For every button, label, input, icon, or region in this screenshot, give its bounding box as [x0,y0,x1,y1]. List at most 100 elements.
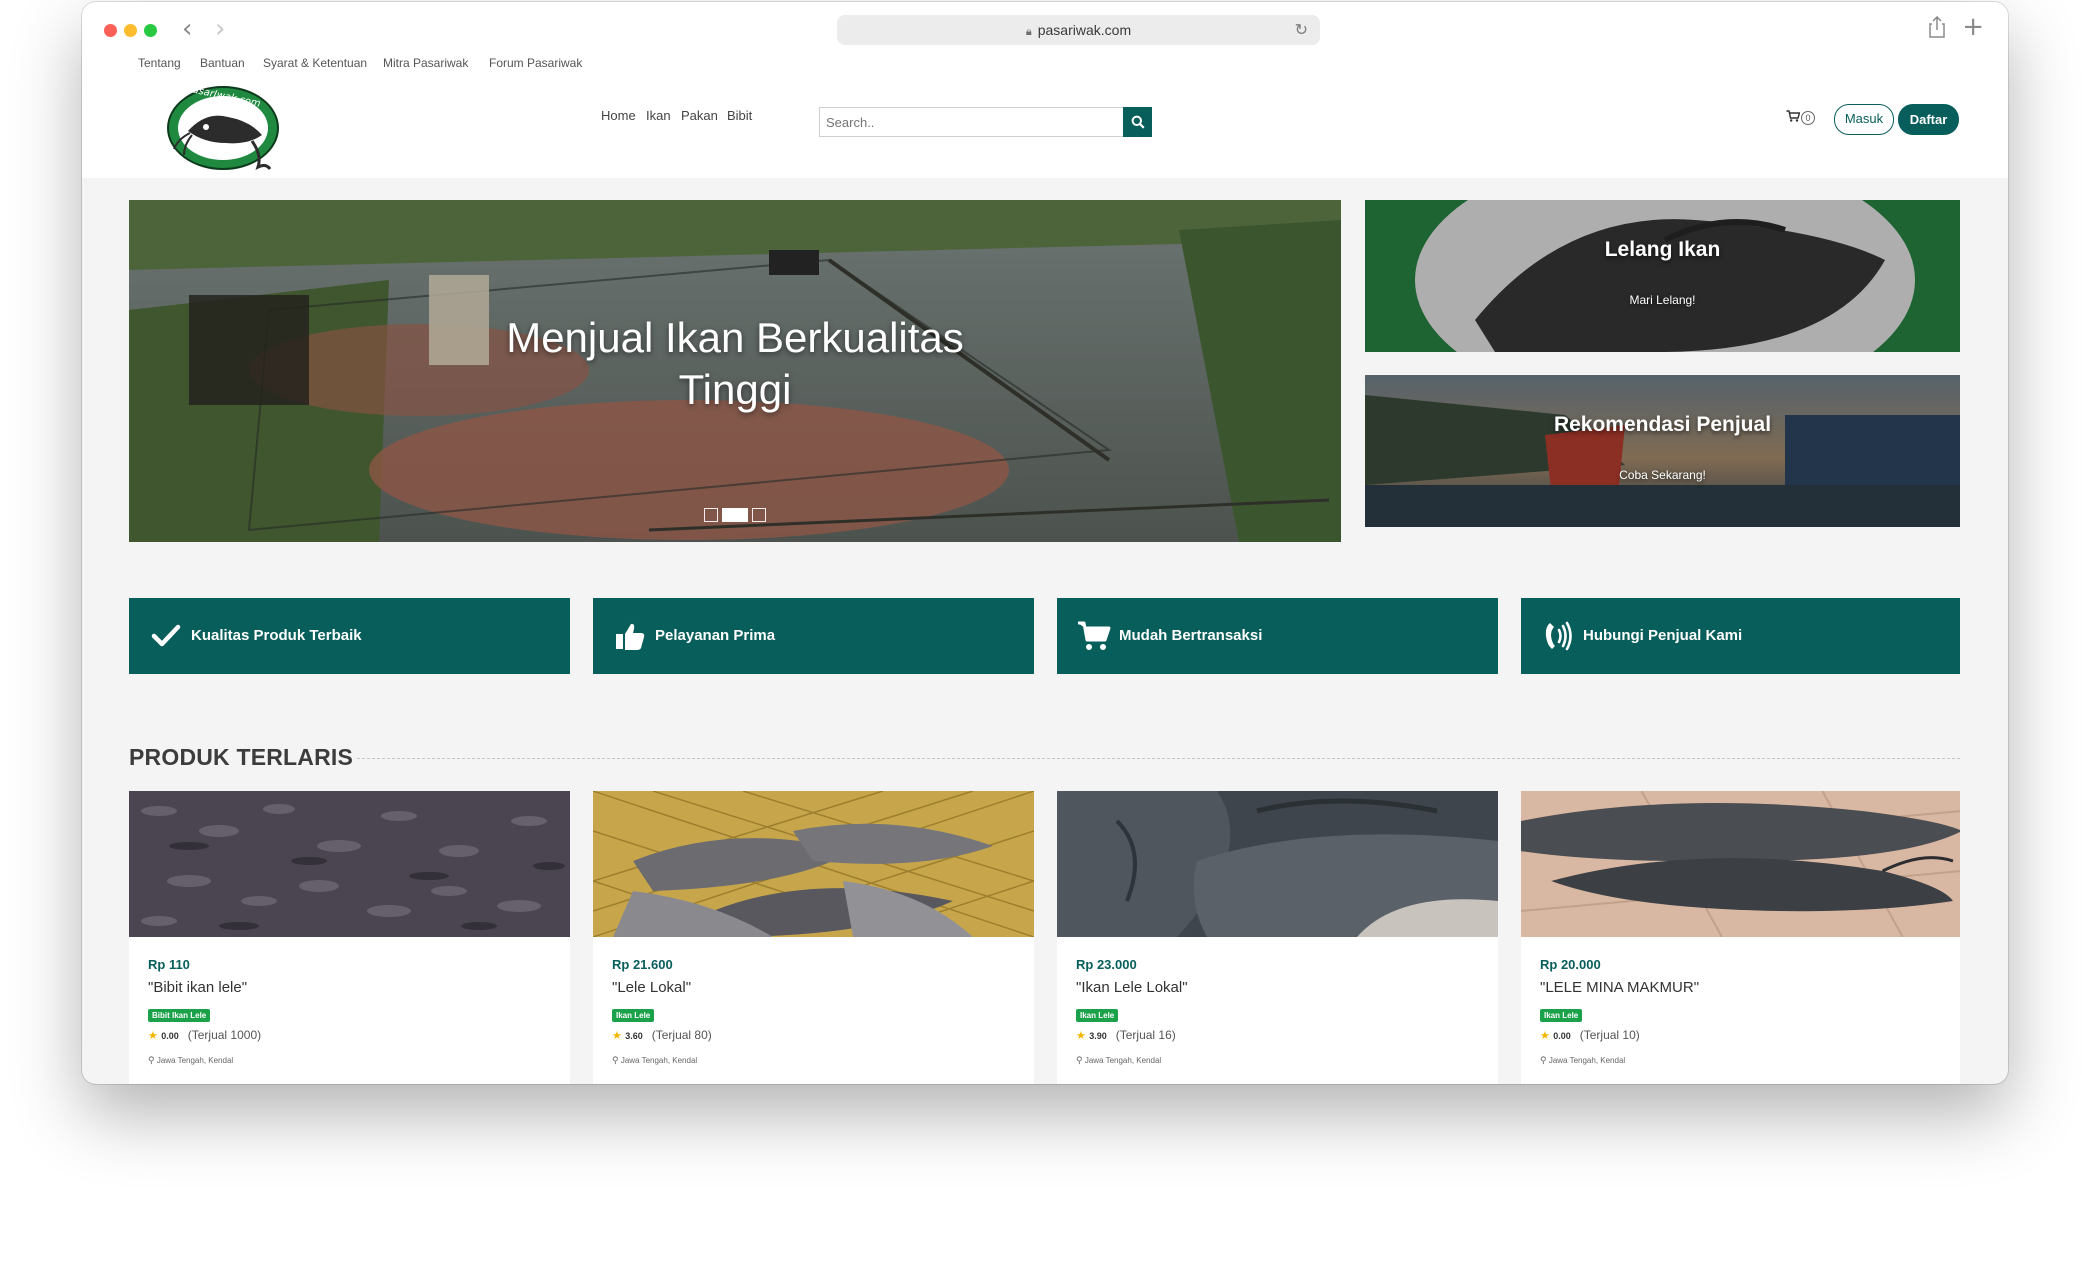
nav-home[interactable]: Home [601,108,636,123]
close-window-button[interactable] [104,24,117,37]
site-logo[interactable]: PasarIwak.com [166,83,281,175]
carousel-indicator-1[interactable] [704,507,718,522]
site-header: PasarIwak.com Home Ikan Pakan Bibit Sear… [82,78,2008,178]
check-icon [151,624,181,647]
section-title-produk-terlaris: PRODUK TERLARIS [129,744,354,770]
category-badge: Ikan Lele [612,1009,655,1022]
product-name[interactable]: "Lele Lokal" [612,979,691,996]
top-link-forum-pasariwak[interactable]: Forum Pasariwak [489,56,582,70]
minimize-window-button[interactable] [124,24,137,37]
category-badge: Ikan Lele [1540,1009,1583,1022]
cart-count-badge: 0 [1801,111,1815,125]
nav-bibit[interactable]: Bibit [727,108,752,123]
product-name[interactable]: "Bibit ikan lele" [148,979,247,996]
screenshot-stage: ‹ › 🔒︎ pasariwak.com ↻ + Tentang Bantuan … [0,0,2082,1262]
product-price: Rp 20.000 [1540,957,1601,972]
map-pin-icon: ⚲ [1076,1055,1083,1065]
product-location: ⚲ Jawa Tengah, Kendal [148,1055,233,1066]
product-rating: ★ 0.00 (Terjual 10) [1540,1028,1640,1042]
promo-rekomendasi-title: Rekomendasi Penjual [1553,413,1772,436]
back-arrow-icon[interactable]: ‹ [182,14,192,44]
new-tab-icon[interactable]: + [1962,14,1984,40]
product-card[interactable]: Rp 110 "Bibit ikan lele" Bibit Ikan Lele… [129,791,570,1084]
feature-label: Mudah Bertransaksi [1119,627,1263,644]
product-rating: ★ 0.00 (Terjual 1000) [148,1028,261,1042]
product-name[interactable]: "LELE MINA MAKMUR" [1540,979,1699,996]
product-rating: ★ 3.90 (Terjual 16) [1076,1028,1176,1042]
sold-count: (Terjual 10) [1579,1028,1640,1042]
feature-hubungi-penjual: Hubungi Penjual Kami [1521,598,1960,674]
star-icon: ★ [1076,1029,1086,1042]
location-text: Jawa Tengah, Kendal [1548,1056,1626,1065]
star-icon: ★ [148,1029,158,1042]
product-photo-fish-fry [129,791,570,937]
hero-carousel[interactable]: Menjual Ikan Berkualitas Tinggi [129,200,1341,542]
product-location: ⚲ Jawa Tengah, Kendal [612,1055,697,1066]
top-link-mitra-pasariwak[interactable]: Mitra Pasariwak [383,56,468,70]
share-icon[interactable] [1928,16,1946,38]
hero-title: Menjual Ikan Berkualitas Tinggi [129,312,1341,416]
reload-icon[interactable]: ↻ [1295,15,1308,45]
product-card[interactable]: Rp 23.000 "Ikan Lele Lokal" Ikan Lele ★ … [1057,791,1498,1084]
product-photo-catfish-closeup [1057,791,1498,937]
feature-label: Kualitas Produk Terbaik [191,627,362,644]
star-icon: ★ [612,1029,622,1042]
location-text: Jawa Tengah, Kendal [620,1056,698,1065]
category-badge: Ikan Lele [1076,1009,1119,1022]
section-divider [357,758,1960,759]
carousel-indicator-2[interactable] [722,507,748,522]
promo-rekomendasi-subtitle: Coba Sekarang! [1619,468,1706,482]
promo-lelang-title: Lelang Ikan [1604,238,1721,261]
top-link-syarat-ketentuan[interactable]: Syarat & Ketentuan [263,56,367,70]
promo-lelang-ikan[interactable]: Pa Lelang Ikan Mari Lelang! [1365,200,1960,352]
promo-lelang-subtitle: Mari Lelang! [1629,293,1696,307]
thumbs-up-icon [616,623,645,650]
rating-value: 3.90 [1089,1031,1107,1041]
promo-rekomendasi-penjual[interactable]: Rekomendasi Penjual Coba Sekarang! [1365,375,1960,527]
product-photo-catfish-basket [593,791,1034,937]
carousel-indicator-3[interactable] [752,507,766,522]
search-button[interactable] [1123,107,1152,137]
sold-count: (Terjual 80) [651,1028,712,1042]
phone-volume-icon [1545,621,1572,651]
feature-label: Pelayanan Prima [655,627,776,644]
register-button[interactable]: Daftar [1898,104,1959,135]
cart-button[interactable]: 0 [1786,110,1815,125]
sold-count: (Terjual 1000) [187,1028,262,1042]
product-location: ⚲ Jawa Tengah, Kendal [1076,1055,1161,1066]
map-pin-icon: ⚲ [1540,1055,1547,1065]
nav-pakan[interactable]: Pakan [681,108,718,123]
feature-label: Hubungi Penjual Kami [1583,627,1743,644]
forward-arrow-icon[interactable]: › [215,14,225,44]
login-button[interactable]: Masuk [1834,104,1894,135]
feature-kualitas-produk: Kualitas Produk Terbaik [129,598,570,674]
top-links-bar: Tentang Bantuan Syarat & Ketentuan Mitra… [82,52,2008,78]
rating-value: 3.60 [625,1031,643,1041]
hero-title-line-1: Menjual Ikan Berkualitas [506,314,964,361]
browser-toolbar: ‹ › 🔒︎ pasariwak.com ↻ + [82,2,2008,52]
location-text: Jawa Tengah, Kendal [156,1056,234,1065]
rating-value: 0.00 [161,1031,179,1041]
nav-ikan[interactable]: Ikan [646,108,671,123]
cart-icon [1078,621,1111,650]
search-input[interactable] [819,107,1124,137]
zoom-window-button[interactable] [144,24,157,37]
promo-rekomendasi-background [1365,375,1960,527]
lock-icon: 🔒︎ [1025,26,1032,38]
product-location: ⚲ Jawa Tengah, Kendal [1540,1055,1625,1066]
product-price: Rp 21.600 [612,957,673,972]
carousel-indicators [129,506,1341,524]
product-card[interactable]: Rp 20.000 "LELE MINA MAKMUR" Ikan Lele ★… [1521,791,1960,1084]
rating-value: 0.00 [1553,1031,1571,1041]
category-badge: Bibit Ikan Lele [148,1009,211,1022]
address-bar[interactable]: 🔒︎ pasariwak.com ↻ [837,15,1320,45]
product-name[interactable]: "Ikan Lele Lokal" [1076,979,1188,996]
product-card[interactable]: Rp 21.600 "Lele Lokal" Ikan Lele ★ 3.60 (… [593,791,1034,1084]
url-text: pasariwak.com [1037,22,1132,38]
top-link-tentang[interactable]: Tentang [138,56,181,70]
product-rating: ★ 3.60 (Terjual 80) [612,1028,712,1042]
cart-icon [1786,110,1801,122]
sold-count: (Terjual 16) [1115,1028,1176,1042]
feature-mudah-bertransaksi: Mudah Bertransaksi [1057,598,1498,674]
top-link-bantuan[interactable]: Bantuan [200,56,245,70]
